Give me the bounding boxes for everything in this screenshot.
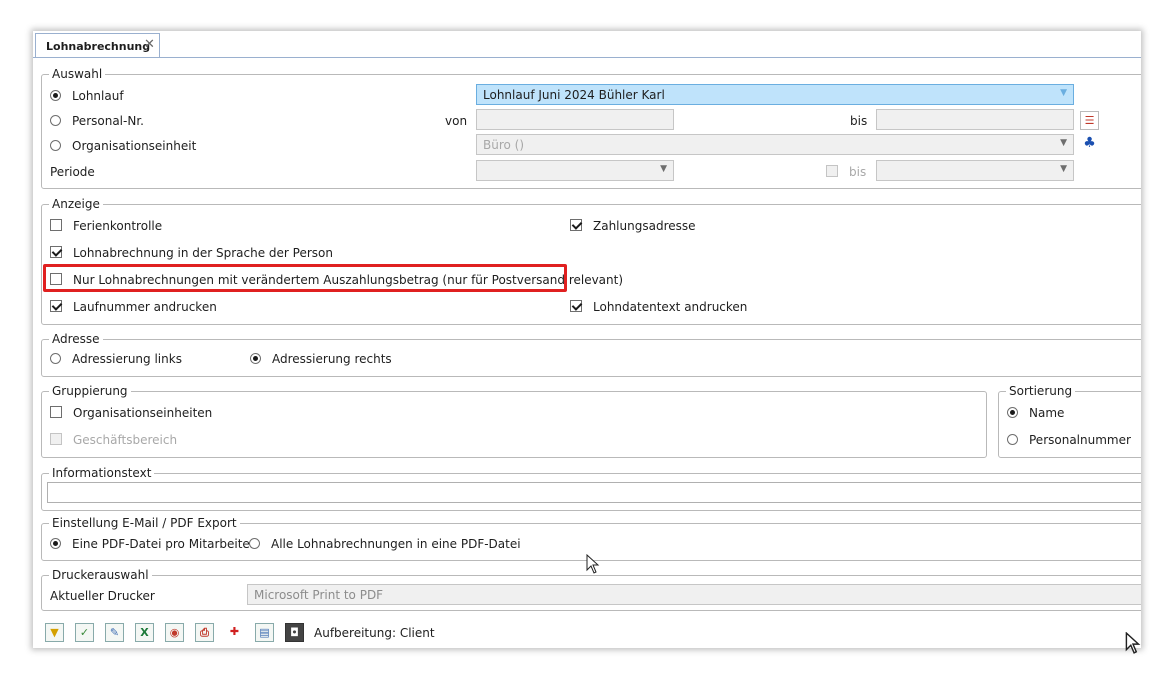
radio-pdf-pro-mitarbeiter[interactable] bbox=[50, 538, 61, 549]
aufbereitung-label: Aufbereitung: Client bbox=[314, 626, 435, 640]
personal-nr-label: Personal-Nr. bbox=[72, 114, 144, 128]
informationstext-input[interactable] bbox=[47, 482, 1141, 503]
cursor-icon bbox=[586, 554, 600, 574]
drucker-value: Microsoft Print to PDF bbox=[254, 588, 384, 602]
sprache-checkbox[interactable] bbox=[50, 246, 62, 258]
camera-icon[interactable]: ◘ bbox=[285, 623, 304, 642]
drucker-select[interactable]: Microsoft Print to PDF bbox=[247, 584, 1141, 605]
filter-clear-icon[interactable]: ▼ bbox=[45, 623, 64, 642]
group-export-legend: Einstellung E-Mail / PDF Export bbox=[49, 516, 240, 530]
gruppierung-org-checkbox[interactable] bbox=[50, 406, 62, 418]
sort-personalnummer-label: Personalnummer bbox=[1029, 433, 1131, 447]
adressierung-rechts-label: Adressierung rechts bbox=[272, 352, 392, 366]
periode-bis-select[interactable]: ▼ bbox=[876, 160, 1074, 181]
select-all-icon[interactable]: ✓ bbox=[75, 623, 94, 642]
pdf-icon[interactable]: ⎙ bbox=[195, 623, 214, 642]
org-value: Büro () bbox=[483, 138, 525, 152]
gruppierung-org-label: Organisationseinheiten bbox=[73, 406, 213, 420]
adressierung-links-label: Adressierung links bbox=[72, 352, 182, 366]
alle-pdf-label: Alle Lohnabrechnungen in eine PDF-Datei bbox=[271, 537, 521, 551]
chevron-down-icon: ▼ bbox=[1060, 164, 1067, 174]
group-anzeige-legend: Anzeige bbox=[49, 197, 103, 211]
zahlungsadresse-label: Zahlungsadresse bbox=[593, 219, 696, 233]
sort-name-label: Name bbox=[1029, 406, 1065, 420]
pin-icon[interactable]: ✚ bbox=[225, 623, 244, 642]
excel-icon[interactable]: X bbox=[135, 623, 154, 642]
group-drucker-legend: Druckerauswahl bbox=[49, 568, 152, 582]
organisationseinheit-label: Organisationseinheit bbox=[72, 139, 197, 153]
lohnlauf-select[interactable]: Lohnlauf Juni 2024 Bühler Karl ▼ bbox=[476, 84, 1074, 105]
group-adresse bbox=[41, 339, 1141, 377]
periode-von-select[interactable]: ▼ bbox=[476, 160, 674, 181]
personal-bis-input[interactable] bbox=[876, 109, 1074, 130]
periode-bis-label: bis bbox=[849, 165, 867, 179]
zahlungsadresse-checkbox[interactable] bbox=[570, 219, 582, 231]
radio-adressierung-links[interactable] bbox=[50, 353, 61, 364]
radio-lohnlauf[interactable] bbox=[50, 90, 61, 101]
geschaeftsbereich-label: Geschäftsbereich bbox=[73, 433, 178, 447]
group-sortierung-legend: Sortierung bbox=[1006, 384, 1076, 398]
close-icon[interactable]: ✕ bbox=[144, 37, 155, 52]
group-adresse-legend: Adresse bbox=[49, 332, 103, 346]
group-gruppierung bbox=[41, 391, 987, 458]
tab-divider bbox=[33, 57, 1141, 58]
personal-von-input[interactable] bbox=[476, 109, 674, 130]
chevron-down-icon: ▼ bbox=[1060, 88, 1067, 98]
print-icon[interactable]: ▤ bbox=[255, 623, 274, 642]
org-chart-icon[interactable]: ♣ bbox=[1080, 135, 1099, 154]
aktueller-drucker-label: Aktueller Drucker bbox=[50, 589, 155, 603]
ferienkontrolle-checkbox[interactable] bbox=[50, 219, 62, 231]
ferienkontrolle-label: Ferienkontrolle bbox=[73, 219, 163, 233]
bis-label: bis bbox=[850, 114, 868, 128]
radio-adressierung-rechts[interactable] bbox=[250, 353, 261, 364]
von-label: von bbox=[445, 114, 468, 128]
group-auswahl-legend: Auswahl bbox=[49, 67, 106, 81]
sprache-label: Lohnabrechnung in der Sprache der Person bbox=[73, 246, 333, 260]
preview-icon[interactable]: ◉ bbox=[165, 623, 184, 642]
lohndatentext-checkbox[interactable] bbox=[570, 300, 582, 312]
highlight-frame bbox=[43, 264, 567, 292]
lohnlauf-label: Lohnlauf bbox=[72, 89, 124, 103]
tab-label: Lohnabrechnung bbox=[46, 40, 151, 53]
cursor-icon bbox=[1125, 632, 1141, 654]
laufnummer-label: Laufnummer andrucken bbox=[73, 300, 217, 314]
chevron-down-icon: ▼ bbox=[1060, 138, 1067, 148]
org-select[interactable]: Büro () ▼ bbox=[476, 134, 1074, 155]
geschaeftsbereich-checkbox[interactable] bbox=[50, 433, 62, 445]
radio-organisationseinheit[interactable] bbox=[50, 140, 61, 151]
laufnummer-checkbox[interactable] bbox=[50, 300, 62, 312]
radio-sort-name[interactable] bbox=[1007, 407, 1018, 418]
radio-alle-pdf[interactable] bbox=[249, 538, 260, 549]
group-informationstext-legend: Informationstext bbox=[49, 466, 155, 480]
lohndatentext-label: Lohndatentext andrucken bbox=[593, 300, 748, 314]
pdf-pro-mitarbeiter-label: Eine PDF-Datei pro Mitarbeiter bbox=[72, 537, 255, 551]
list-icon[interactable]: ☰ bbox=[1080, 111, 1099, 130]
radio-sort-personalnummer[interactable] bbox=[1007, 434, 1018, 445]
group-gruppierung-legend: Gruppierung bbox=[49, 384, 131, 398]
radio-personal-nr[interactable] bbox=[50, 115, 61, 126]
periode-label: Periode bbox=[50, 165, 95, 179]
chevron-down-icon: ▼ bbox=[660, 164, 667, 174]
edit-icon[interactable]: ✎ bbox=[105, 623, 124, 642]
group-sortierung bbox=[998, 391, 1141, 458]
tab-lohnabrechnung[interactable]: Lohnabrechnung ✕ bbox=[35, 33, 160, 58]
lohnlauf-value: Lohnlauf Juni 2024 Bühler Karl bbox=[483, 88, 665, 102]
periode-bis-checkbox[interactable] bbox=[826, 165, 838, 177]
